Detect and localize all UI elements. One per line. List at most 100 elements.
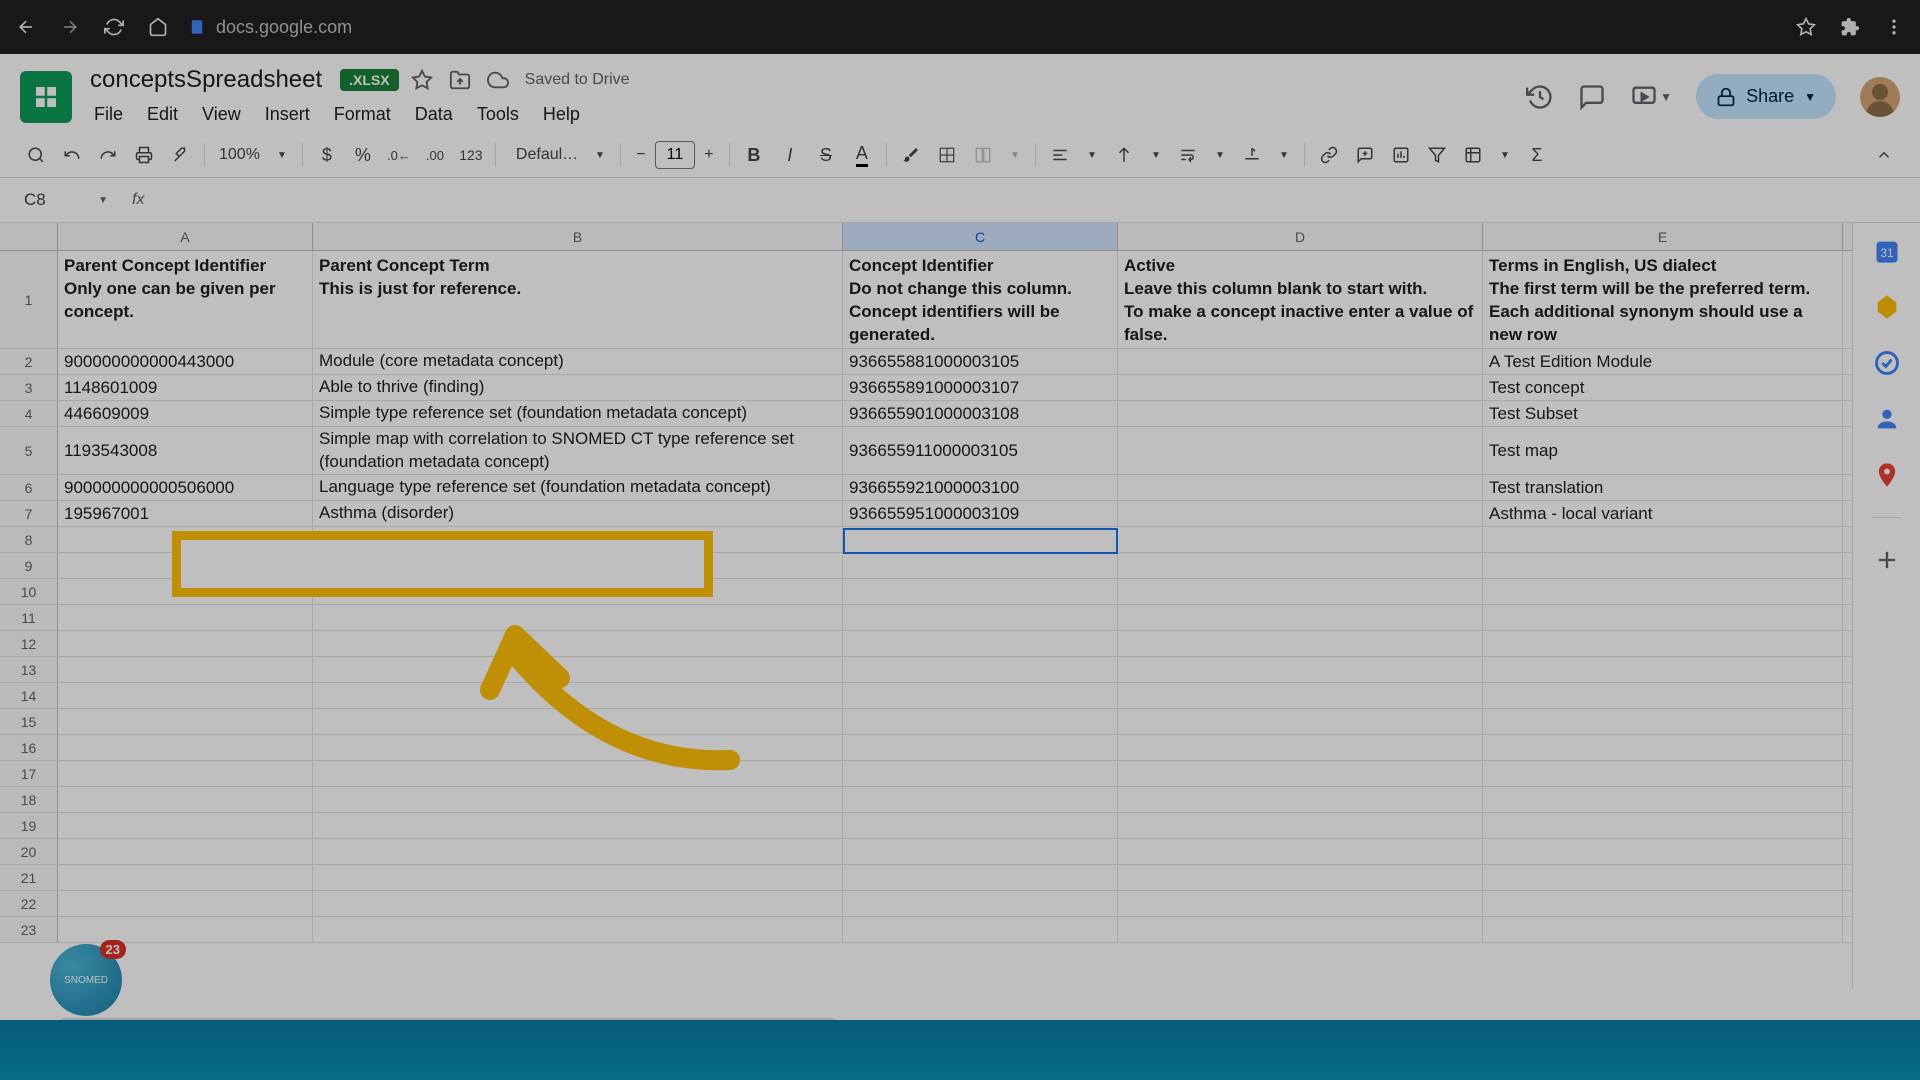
chevron-down-icon[interactable]: ▼ bbox=[1208, 143, 1232, 167]
collapse-toolbar-icon[interactable] bbox=[1868, 139, 1900, 171]
font-size-input[interactable] bbox=[655, 141, 695, 169]
cell[interactable] bbox=[58, 865, 313, 890]
cell[interactable] bbox=[58, 709, 313, 734]
horizontal-align-icon[interactable] bbox=[1044, 139, 1076, 171]
cell[interactable] bbox=[1118, 813, 1483, 838]
cell[interactable] bbox=[1118, 631, 1483, 656]
tasks-icon[interactable] bbox=[1873, 349, 1901, 377]
extensions-icon[interactable] bbox=[1840, 17, 1860, 37]
cell[interactable] bbox=[313, 761, 843, 786]
cell[interactable] bbox=[843, 683, 1118, 708]
row-number[interactable]: 10 bbox=[0, 579, 58, 604]
home-icon[interactable] bbox=[148, 17, 168, 37]
insert-chart-icon[interactable] bbox=[1385, 139, 1417, 171]
borders-icon[interactable] bbox=[931, 139, 963, 171]
cell[interactable] bbox=[843, 553, 1118, 578]
number-format-button[interactable]: 123 bbox=[455, 139, 487, 171]
cell[interactable] bbox=[843, 865, 1118, 890]
menu-file[interactable]: File bbox=[84, 100, 133, 129]
menu-insert[interactable]: Insert bbox=[255, 100, 320, 129]
cell[interactable]: 936655891000003107 bbox=[843, 375, 1118, 400]
cell[interactable]: 118669005 bbox=[58, 527, 313, 552]
cell[interactable]: 446609009 bbox=[58, 401, 313, 426]
cell[interactable] bbox=[58, 553, 313, 578]
menu-edit[interactable]: Edit bbox=[137, 100, 188, 129]
cell[interactable] bbox=[1483, 839, 1843, 864]
cell[interactable] bbox=[843, 709, 1118, 734]
row-number[interactable]: 20 bbox=[0, 839, 58, 864]
chevron-down-icon[interactable]: ▼ bbox=[1272, 143, 1296, 167]
cell[interactable]: Terms in English, US dialectThe first te… bbox=[1483, 251, 1843, 348]
text-rotation-icon[interactable] bbox=[1236, 139, 1268, 171]
print-icon[interactable] bbox=[128, 139, 160, 171]
cell[interactable] bbox=[1483, 553, 1843, 578]
cell[interactable] bbox=[1483, 735, 1843, 760]
bold-icon[interactable]: B bbox=[738, 139, 770, 171]
cell[interactable] bbox=[1118, 527, 1483, 552]
cell[interactable] bbox=[58, 631, 313, 656]
row-number[interactable]: 8 bbox=[0, 527, 58, 552]
cell[interactable] bbox=[1118, 579, 1483, 604]
cell[interactable] bbox=[1118, 657, 1483, 682]
cell[interactable]: Test concept bbox=[1483, 375, 1843, 400]
cell[interactable]: Module (core metadata concept) bbox=[313, 349, 843, 374]
row-number[interactable]: 7 bbox=[0, 501, 58, 526]
column-header-a[interactable]: A bbox=[58, 223, 313, 250]
row-number[interactable]: 19 bbox=[0, 813, 58, 838]
increase-decimal-icon[interactable]: .00 bbox=[419, 139, 451, 171]
cell[interactable] bbox=[1483, 605, 1843, 630]
cell[interactable] bbox=[313, 605, 843, 630]
cell[interactable] bbox=[1483, 657, 1843, 682]
cell[interactable] bbox=[313, 683, 843, 708]
cell[interactable]: 936655881000003105 bbox=[843, 349, 1118, 374]
cell[interactable] bbox=[58, 605, 313, 630]
chevron-down-icon[interactable]: ▼ bbox=[1003, 143, 1027, 167]
cell[interactable] bbox=[313, 917, 843, 942]
cell[interactable]: 936655951000003109 bbox=[843, 501, 1118, 526]
cell[interactable] bbox=[313, 787, 843, 812]
cell[interactable] bbox=[1118, 501, 1483, 526]
row-number[interactable]: 3 bbox=[0, 375, 58, 400]
search-icon[interactable] bbox=[20, 139, 52, 171]
cell[interactable] bbox=[843, 761, 1118, 786]
cell[interactable] bbox=[843, 917, 1118, 942]
maps-icon[interactable] bbox=[1873, 461, 1901, 489]
cell[interactable]: Test translation bbox=[1483, 475, 1843, 500]
italic-icon[interactable]: I bbox=[774, 139, 806, 171]
cell[interactable] bbox=[313, 813, 843, 838]
filter-icon[interactable] bbox=[1421, 139, 1453, 171]
cell[interactable] bbox=[1483, 579, 1843, 604]
cell[interactable]: 936655901000003108 bbox=[843, 401, 1118, 426]
decrease-font-icon[interactable]: − bbox=[629, 143, 653, 167]
row-number[interactable]: 15 bbox=[0, 709, 58, 734]
cell[interactable]: Test Subset bbox=[1483, 401, 1843, 426]
cell[interactable] bbox=[843, 657, 1118, 682]
font-family-select[interactable]: Defaul… bbox=[504, 146, 584, 164]
add-addon-icon[interactable] bbox=[1873, 546, 1901, 574]
comments-icon[interactable] bbox=[1578, 83, 1606, 111]
cell[interactable] bbox=[843, 813, 1118, 838]
cell[interactable]: 195967001 bbox=[58, 501, 313, 526]
cell[interactable]: A Test Edition Module bbox=[1483, 349, 1843, 374]
menu-tools[interactable]: Tools bbox=[467, 100, 529, 129]
row-number[interactable]: 17 bbox=[0, 761, 58, 786]
cell[interactable] bbox=[1118, 709, 1483, 734]
row-number[interactable]: 2 bbox=[0, 349, 58, 374]
cell[interactable] bbox=[313, 865, 843, 890]
zoom-level[interactable]: 100% bbox=[213, 146, 266, 164]
cell[interactable]: Parent Concept TermThis is just for refe… bbox=[313, 251, 843, 348]
row-number[interactable]: 13 bbox=[0, 657, 58, 682]
text-color-icon[interactable]: A bbox=[846, 139, 878, 171]
cell[interactable] bbox=[313, 553, 843, 578]
cell[interactable]: 936655921000003100 bbox=[843, 475, 1118, 500]
cell[interactable]: Simple map with correlation to SNOMED CT… bbox=[313, 427, 843, 474]
chevron-down-icon[interactable]: ▼ bbox=[1080, 143, 1104, 167]
cell[interactable]: 900000000000443000 bbox=[58, 349, 313, 374]
cell[interactable]: ActiveLeave this column blank to start w… bbox=[1118, 251, 1483, 348]
cell[interactable] bbox=[313, 891, 843, 916]
row-number[interactable]: 4 bbox=[0, 401, 58, 426]
back-icon[interactable] bbox=[16, 17, 36, 37]
row-number[interactable]: 16 bbox=[0, 735, 58, 760]
bookmark-star-icon[interactable] bbox=[1796, 17, 1816, 37]
cell[interactable]: Concept IdentifierDo not change this col… bbox=[843, 251, 1118, 348]
